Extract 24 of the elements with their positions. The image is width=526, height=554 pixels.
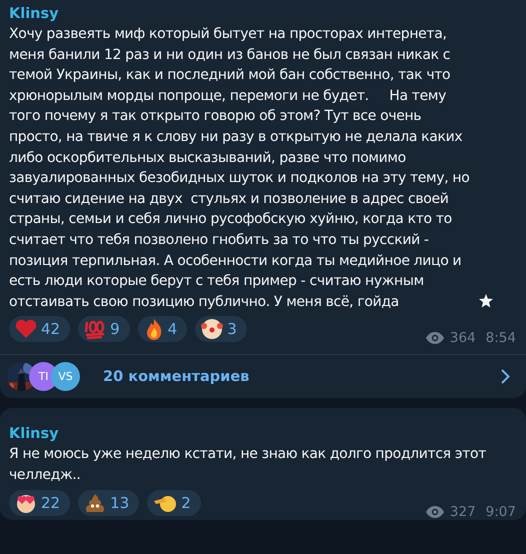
hundred-icon <box>84 319 106 340</box>
reaction-chip[interactable]: 22 <box>9 490 70 516</box>
reaction-chip[interactable]: 13 <box>78 490 140 516</box>
message-time: 9:07 <box>486 504 516 520</box>
reaction-chip[interactable]: 42 <box>9 316 70 342</box>
message-text: Я не моюсь уже неделю кстати, не знаю как долго продлится этот челледж.. <box>9 445 486 485</box>
author-name: Klinsy <box>9 425 60 444</box>
reaction-chip[interactable]: 2 <box>147 490 201 516</box>
view-count: 364 <box>450 330 476 346</box>
view-count: 327 <box>450 504 476 520</box>
reaction-chip[interactable]: 3 <box>195 316 247 342</box>
heart-icon <box>15 319 37 340</box>
star-icon <box>479 294 494 308</box>
chevron-right-icon[interactable] <box>501 369 510 384</box>
user-avatar: VS <box>51 362 80 392</box>
author-name: Klinsy <box>9 5 60 24</box>
eye-icon <box>426 332 444 344</box>
reaction-chip[interactable]: 4 <box>138 316 188 342</box>
message-time: 8:54 <box>486 330 516 346</box>
clown-icon <box>201 318 224 340</box>
reaction-chip[interactable]: 9 <box>78 316 130 342</box>
poo-icon <box>84 492 106 512</box>
comments-link[interactable]: 20 комментариев <box>103 368 250 385</box>
message-text: Хочу развеять миф который бытует на просторах интернета, меня банили 12 раз и ни один из банов не был связан никак с темой Украины, как и последний мой бан собственно, так что хрюнорылым морды попроще, перемоги не будет. На тему того почему я так открыто говорю об этом? Тут все очень просто, на твиче я к слову ни разу в открытую не делала каких либо оскорбительных высказываний, разве что помимо завуалированных безобидных шуток и подколов на эту тему, но считаю сидение на двух стульях и позволение в адрес своей страны, семьи и себя лично русофобскую хуйню, когда кто то считает что тебя позволено гнобить за то что ты русский - позиция терпильная. А особенности когда ты медийное лицо и есть люди которые берут с тебя пример - считаю нужным отстаивать свою позицию публично. У меня всё, гойда <box>9 25 470 312</box>
